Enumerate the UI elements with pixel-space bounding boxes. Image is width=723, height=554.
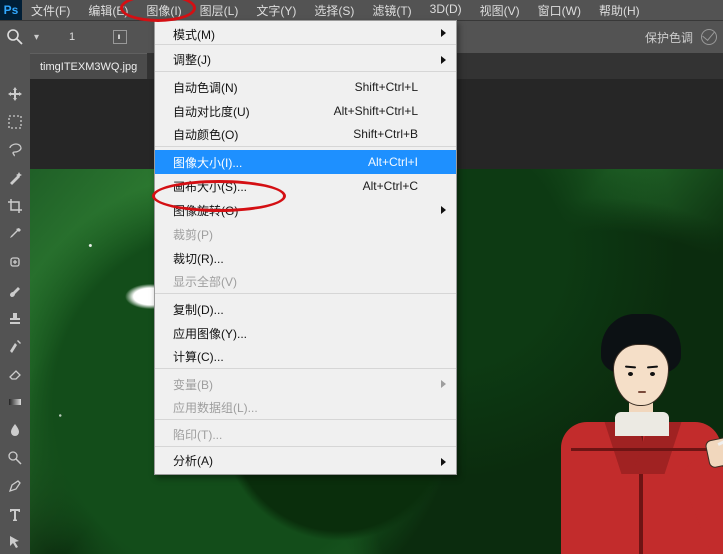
menu-item-label: 复制(D)... <box>173 301 418 318</box>
lasso-tool-icon[interactable] <box>6 141 24 159</box>
menu-item-calculations[interactable]: 计算(C)... <box>155 345 456 369</box>
menu-item-mode[interactable]: 模式(M) <box>155 21 456 45</box>
image-menu-dropdown: 模式(M) 调整(J) 自动色调(N) Shift+Ctrl+L 自动对比度(U… <box>154 20 457 475</box>
menu-help[interactable]: 帮助(H) <box>590 0 649 21</box>
menu-item-shortcut: Alt+Ctrl+C <box>363 179 418 193</box>
menu-item-label: 变量(B) <box>173 376 418 393</box>
menu-item-label: 图像大小(I)... <box>173 154 368 171</box>
submenu-arrow-icon <box>441 29 446 37</box>
menu-item-label: 自动色调(N) <box>173 79 355 96</box>
anime-character <box>531 304 723 554</box>
menu-item-trap: 陷印(T)... <box>155 423 456 447</box>
blur-tool-icon[interactable] <box>6 421 24 439</box>
dodge-tool-icon[interactable] <box>6 449 24 467</box>
menu-item-label: 自动颜色(O) <box>173 126 353 143</box>
submenu-arrow-icon <box>441 380 446 388</box>
submenu-arrow-icon <box>441 458 446 466</box>
menu-item-image-rotation[interactable]: 图像旋转(G) <box>155 198 456 222</box>
menu-item-analysis[interactable]: 分析(A) <box>155 450 456 474</box>
eraser-tool-icon[interactable] <box>6 365 24 383</box>
menu-item-label: 显示全部(V) <box>173 273 418 290</box>
current-tool-indicator[interactable]: ▾ 1 <box>6 28 127 46</box>
menu-type[interactable]: 文字(Y) <box>247 0 305 21</box>
menu-item-label: 分析(A) <box>173 452 418 469</box>
menu-item-label: 调整(J) <box>173 51 418 68</box>
menu-file[interactable]: 文件(F) <box>22 0 79 21</box>
tool-column-header <box>0 53 30 79</box>
menu-item-shortcut: Shift+Ctrl+L <box>355 80 418 94</box>
options-bar-right: 保护色调 <box>645 29 717 46</box>
preserve-tone-label: 保护色调 <box>645 29 693 46</box>
menu-item-variables: 变量(B) <box>155 372 456 396</box>
gradient-tool-icon[interactable] <box>6 393 24 411</box>
document-tab-label: timgITEXM3WQ.jpg <box>40 61 137 73</box>
healing-brush-tool-icon[interactable] <box>6 253 24 271</box>
menu-item-label: 图像旋转(G) <box>173 202 418 219</box>
menu-item-label: 模式(M) <box>173 26 418 43</box>
menu-item-label: 自动对比度(U) <box>173 103 334 120</box>
submenu-arrow-icon <box>441 56 446 64</box>
move-tool-icon[interactable] <box>6 85 24 103</box>
tools-panel <box>0 79 30 554</box>
document-tab[interactable]: timgITEXM3WQ.jpg <box>30 53 147 79</box>
menu-select[interactable]: 选择(S) <box>305 0 363 21</box>
magic-wand-tool-icon[interactable] <box>6 169 24 187</box>
submenu-arrow-icon <box>441 206 446 214</box>
options-bar-value: 1 <box>69 31 75 43</box>
menu-item-shortcut: Shift+Ctrl+B <box>353 127 418 141</box>
menu-edit[interactable]: 编辑(E) <box>79 0 137 21</box>
menu-items: 文件(F) 编辑(E) 图像(I) 图层(L) 文字(Y) 选择(S) 滤镜(T… <box>22 0 649 21</box>
menu-item-apply-image[interactable]: 应用图像(Y)... <box>155 321 456 345</box>
marquee-tool-icon[interactable] <box>6 113 24 131</box>
app-logo: Ps <box>0 0 22 20</box>
menubar: Ps 文件(F) 编辑(E) 图像(I) 图层(L) 文字(Y) 选择(S) 滤… <box>0 0 723 20</box>
preserve-tone-toggle-icon[interactable] <box>701 29 717 45</box>
menu-item-label: 陷印(T)... <box>173 426 418 443</box>
menu-item-apply-data-set: 应用数据组(L)... <box>155 396 456 420</box>
options-tool-thumb[interactable] <box>113 30 127 44</box>
menu-view[interactable]: 视图(V) <box>471 0 529 21</box>
menu-item-crop: 裁剪(P) <box>155 222 456 246</box>
menu-item-image-size[interactable]: 图像大小(I)... Alt+Ctrl+I <box>155 150 456 174</box>
menu-window[interactable]: 窗口(W) <box>529 0 590 21</box>
menu-item-auto-contrast[interactable]: 自动对比度(U) Alt+Shift+Ctrl+L <box>155 99 456 123</box>
menu-item-adjustments[interactable]: 调整(J) <box>155 48 456 72</box>
menu-item-reveal-all: 显示全部(V) <box>155 270 456 294</box>
menu-item-trim[interactable]: 裁切(R)... <box>155 246 456 270</box>
menu-filter[interactable]: 滤镜(T) <box>363 0 420 21</box>
brush-tool-icon[interactable] <box>6 281 24 299</box>
menu-item-auto-tone[interactable]: 自动色调(N) Shift+Ctrl+L <box>155 75 456 99</box>
menu-item-label: 应用数据组(L)... <box>173 399 418 416</box>
menu-item-label: 画布大小(S)... <box>173 178 363 195</box>
eyedropper-tool-icon[interactable] <box>6 225 24 243</box>
menu-item-label: 应用图像(Y)... <box>173 325 418 342</box>
history-brush-tool-icon[interactable] <box>6 337 24 355</box>
menu-item-canvas-size[interactable]: 画布大小(S)... Alt+Ctrl+C <box>155 174 456 198</box>
menu-item-auto-color[interactable]: 自动颜色(O) Shift+Ctrl+B <box>155 123 456 147</box>
menu-item-label: 裁剪(P) <box>173 226 418 243</box>
stamp-tool-icon[interactable] <box>6 309 24 327</box>
menu-layer[interactable]: 图层(L) <box>191 0 248 21</box>
menu-item-duplicate[interactable]: 复制(D)... <box>155 297 456 321</box>
menu-item-label: 裁切(R)... <box>173 250 418 267</box>
menu-image[interactable]: 图像(I) <box>137 0 190 21</box>
magnifier-icon <box>6 28 24 46</box>
menu-3d[interactable]: 3D(D) <box>421 0 471 21</box>
path-selection-tool-icon[interactable] <box>6 533 24 551</box>
menu-item-label: 计算(C)... <box>173 348 418 365</box>
type-tool-icon[interactable] <box>6 505 24 523</box>
pen-tool-icon[interactable] <box>6 477 24 495</box>
crop-tool-icon[interactable] <box>6 197 24 215</box>
menu-item-shortcut: Alt+Shift+Ctrl+L <box>334 104 418 118</box>
menu-item-shortcut: Alt+Ctrl+I <box>368 155 418 169</box>
